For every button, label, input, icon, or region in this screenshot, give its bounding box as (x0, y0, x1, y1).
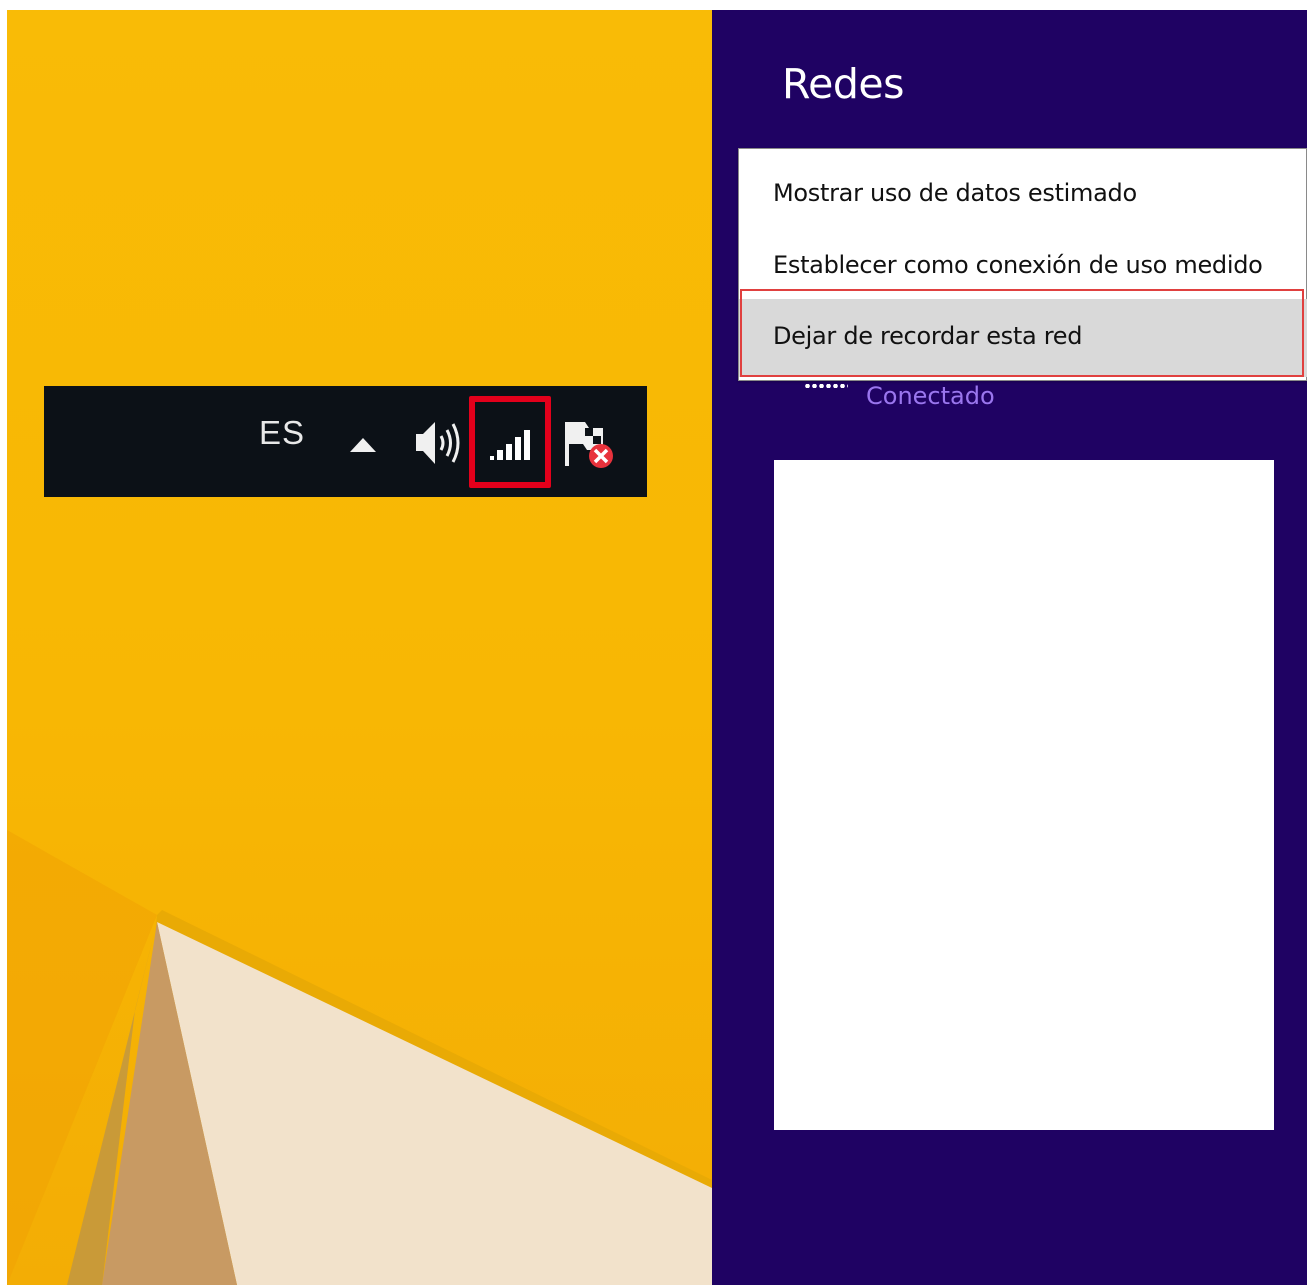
menu-item-show-data-usage[interactable]: Mostrar uso de datos estimado (739, 157, 1307, 229)
connection-status: Conectado (866, 382, 995, 410)
taskbar: ES (44, 386, 647, 497)
network-name-masked (804, 384, 848, 388)
panel-title: Redes (782, 60, 904, 108)
volume-icon[interactable] (414, 419, 466, 467)
action-center-flag-icon[interactable] (563, 418, 617, 470)
network-icon-highlight (469, 396, 551, 488)
network-context-menu: Mostrar uso de datos estimado Establecer… (738, 148, 1307, 381)
show-hidden-icons-arrow-icon[interactable] (350, 438, 376, 452)
desktop-wallpaper (7, 10, 712, 1285)
screen: ES Redes Conectado Mostrar uso de datos … (0, 0, 1307, 1285)
language-indicator[interactable]: ES (259, 414, 305, 452)
forget-network-highlight (740, 289, 1304, 377)
network-list-area (774, 460, 1274, 1130)
wallpaper-shapes (7, 830, 712, 1285)
